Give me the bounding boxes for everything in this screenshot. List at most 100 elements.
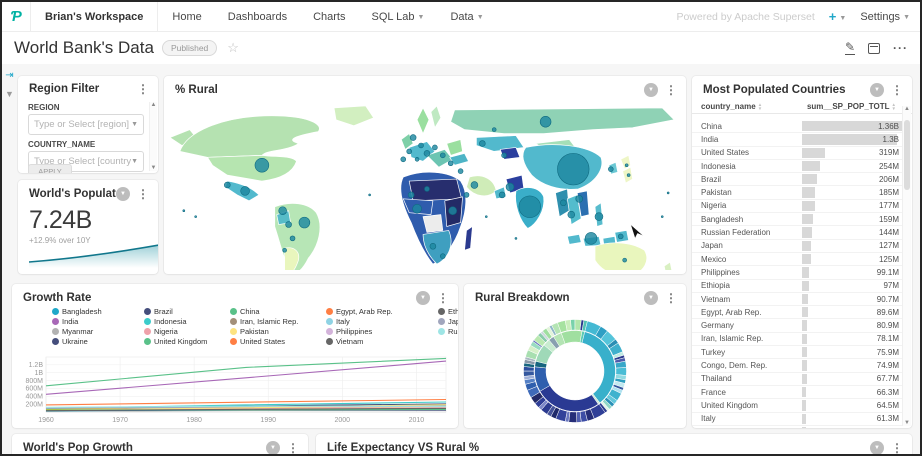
table-row[interactable]: United Kingdom64.5M: [692, 399, 902, 412]
column-population[interactable]: sum__SP_POP_TOTL▲▼: [807, 102, 896, 111]
table-row[interactable]: China1.36B: [692, 120, 902, 133]
filter-funnel-icon[interactable]: ▼: [5, 89, 14, 99]
legend-item[interactable]: United States: [230, 337, 326, 346]
nav-item-sql-lab[interactable]: SQL Lab▼: [371, 11, 424, 23]
apply-filter-button[interactable]: APPLY: [28, 164, 72, 173]
legend-item[interactable]: Pakistan: [230, 327, 326, 336]
table-row[interactable]: Italy61.3M: [692, 413, 902, 426]
table-row[interactable]: Germany80.9M: [692, 319, 902, 332]
more-options-icon[interactable]: ···: [893, 41, 908, 55]
cross-filter-icon[interactable]: ▼: [644, 83, 658, 97]
rural-breakdown-sunburst[interactable]: [464, 310, 686, 428]
nav-item-charts[interactable]: Charts: [313, 11, 345, 23]
table-row[interactable]: Nigeria177M: [692, 200, 902, 213]
page-title: World Bank's Data: [14, 38, 154, 58]
edit-dashboard-icon[interactable]: ✎: [845, 41, 855, 55]
legend-item[interactable]: Russian Federation: [438, 327, 458, 336]
kebab-menu-icon[interactable]: ⋮: [437, 292, 449, 304]
country-name-cell: Thailand: [701, 374, 802, 383]
kebab-menu-icon[interactable]: ⋮: [137, 83, 149, 95]
table-row[interactable]: Iran, Islamic Rep.78.1M: [692, 333, 902, 346]
legend-item[interactable]: Vietnam: [326, 337, 438, 346]
legend-item[interactable]: China: [230, 307, 326, 316]
table-row[interactable]: India1.3B: [692, 133, 902, 146]
schedule-calendar-icon[interactable]: [868, 43, 880, 54]
population-cell: 1.3B: [802, 133, 903, 145]
nav-item-home[interactable]: Home: [172, 11, 201, 23]
kebab-menu-icon[interactable]: ⋮: [287, 442, 299, 454]
population-cell: 319M: [802, 147, 903, 159]
svg-text:1980: 1980: [186, 417, 202, 424]
world-choropleth-map[interactable]: [168, 100, 682, 270]
nav-menu: Home Dashboards Charts SQL Lab▼ Data▼: [172, 11, 483, 23]
region-select[interactable]: Type or Select [region] ▼: [28, 114, 144, 135]
status-badge[interactable]: Published: [162, 40, 217, 56]
nav-item-dashboards[interactable]: Dashboards: [228, 11, 287, 23]
kebab-menu-icon[interactable]: ⋮: [137, 188, 149, 200]
legend-item[interactable]: United Kingdom: [144, 337, 230, 346]
population-cell: 78.1M: [802, 333, 903, 345]
legend-item[interactable]: Myanmar: [52, 327, 144, 336]
favorite-star-icon[interactable]: ☆: [227, 40, 239, 56]
table-row[interactable]: Ethiopia97M: [692, 280, 902, 293]
expand-filters-icon[interactable]: ⇥: [5, 70, 13, 81]
table-row[interactable]: Vietnam90.7M: [692, 293, 902, 306]
legend-dot-icon: [438, 318, 445, 325]
legend-item[interactable]: Italy: [326, 317, 438, 326]
legend-item[interactable]: Brazil: [144, 307, 230, 316]
table-row[interactable]: Russian Federation144M: [692, 226, 902, 239]
chevron-down-icon: ▼: [477, 14, 484, 21]
legend-item[interactable]: Indonesia: [144, 317, 230, 326]
legend-item[interactable]: Iran, Islamic Rep.: [230, 317, 326, 326]
table-row[interactable]: Japan127M: [692, 240, 902, 253]
legend-item[interactable]: Ethiopia: [438, 307, 458, 316]
table-row[interactable]: Pakistan185M: [692, 186, 902, 199]
table-row[interactable]: Philippines99.1M: [692, 266, 902, 279]
legend-item[interactable]: Bangladesh: [52, 307, 144, 316]
legend-item[interactable]: India: [52, 317, 144, 326]
kebab-menu-icon[interactable]: ⋮: [665, 292, 677, 304]
table-row[interactable]: France66.3M: [692, 386, 902, 399]
legend-item[interactable]: Nigeria: [144, 327, 230, 336]
kebab-menu-icon[interactable]: ⋮: [891, 442, 903, 454]
cross-filter-icon[interactable]: ▼: [870, 83, 884, 97]
superset-logo-icon[interactable]: Ƥ: [2, 8, 30, 25]
svg-text:1.2B: 1.2B: [29, 362, 44, 369]
growth-rate-line-chart[interactable]: 1.2B1B800M600M400M200M196019701980199020…: [16, 354, 454, 426]
cross-filter-icon[interactable]: ▼: [116, 187, 130, 201]
cross-filter-icon[interactable]: ▼: [416, 291, 430, 305]
table-row[interactable]: Indonesia254M: [692, 160, 902, 173]
cross-filter-icon[interactable]: ▼: [644, 291, 658, 305]
cross-filter-icon[interactable]: ▼: [266, 441, 280, 455]
legend-dot-icon: [326, 308, 333, 315]
nav-item-data[interactable]: Data▼: [450, 11, 483, 23]
workspace-name[interactable]: Brian's Workspace: [31, 11, 157, 23]
column-country-name[interactable]: country_name▲▼: [701, 102, 762, 111]
country-name-cell: India: [701, 135, 802, 144]
table-row[interactable]: Mexico125M: [692, 253, 902, 266]
legend-item[interactable]: Philippines: [326, 327, 438, 336]
cross-filter-icon[interactable]: ▼: [870, 441, 884, 455]
kebab-menu-icon[interactable]: ⋮: [665, 84, 677, 96]
filter-scrollbar[interactable]: ▲▼: [149, 102, 157, 171]
settings-menu[interactable]: Settings▼: [860, 11, 910, 23]
country-name-cell: Germany: [701, 321, 802, 330]
table-row[interactable]: Brazil206M: [692, 173, 902, 186]
table-row[interactable]: United States319M: [692, 147, 902, 160]
table-row[interactable]: Bangladesh159M: [692, 213, 902, 226]
table-row[interactable]: Congo, Dem. Rep.74.9M: [692, 359, 902, 372]
table-row[interactable]: South Africa54M: [692, 426, 902, 428]
table-scrollbar-thumb[interactable]: [904, 120, 910, 190]
population-cell: 125M: [802, 253, 903, 265]
legend-item[interactable]: Egypt, Arab Rep.: [326, 307, 438, 316]
population-cell: 54M: [802, 426, 903, 428]
population-cell: 254M: [802, 160, 903, 172]
kebab-menu-icon[interactable]: ⋮: [891, 84, 903, 96]
legend-item[interactable]: Ukraine: [52, 337, 144, 346]
table-row[interactable]: Egypt, Arab Rep.89.6M: [692, 306, 902, 319]
country-name-cell: France: [701, 388, 802, 397]
table-row[interactable]: Turkey75.9M: [692, 346, 902, 359]
table-row[interactable]: Thailand67.7M: [692, 373, 902, 386]
legend-item[interactable]: Japan: [438, 317, 458, 326]
new-button[interactable]: +▼: [829, 9, 847, 24]
